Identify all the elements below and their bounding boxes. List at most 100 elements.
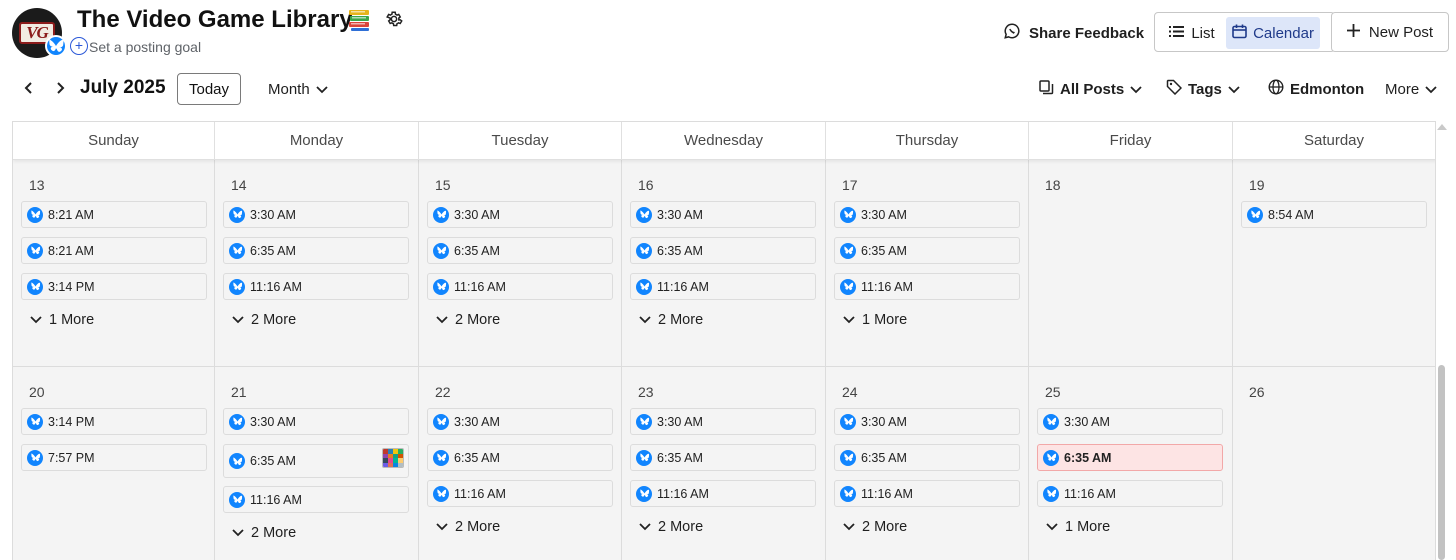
scheduled-post[interactable]: 3:30 AM [427, 201, 613, 228]
calendar-day-cell[interactable]: 18 [1029, 160, 1233, 366]
scheduled-post[interactable]: 3:30 AM [834, 408, 1020, 435]
scheduled-post[interactable]: 11:16 AM [834, 273, 1020, 300]
show-more-link[interactable]: 1 More [843, 310, 907, 330]
show-more-link[interactable]: 1 More [1046, 517, 1110, 537]
new-post-button[interactable]: New Post [1331, 12, 1449, 52]
scheduled-post[interactable]: 11:16 AM [630, 273, 816, 300]
show-more-link[interactable]: 1 More [30, 310, 94, 330]
bluesky-icon [636, 278, 652, 295]
posting-goal-link[interactable]: Set a posting goal [89, 39, 201, 55]
post-time: 3:30 AM [861, 414, 907, 429]
chevron-right-icon[interactable] [50, 78, 70, 98]
scheduled-post[interactable]: 3:30 AM [1037, 408, 1223, 435]
scheduled-post[interactable]: 6:35 AM [223, 237, 409, 264]
scheduled-post[interactable]: 8:21 AM [21, 201, 207, 228]
scheduled-post[interactable]: 6:35 AM [834, 444, 1020, 471]
view-mode-dropdown[interactable]: Month [268, 78, 328, 100]
list-view-button[interactable]: List [1159, 17, 1225, 49]
scheduled-post[interactable]: 11:16 AM [1037, 480, 1223, 507]
post-time: 11:16 AM [861, 486, 913, 501]
calendar-day-cell[interactable]: 24 3:30 AM 6:35 AM 11:16 AM 2 More [826, 367, 1029, 560]
post-time: 11:16 AM [250, 279, 302, 294]
tag-icon [1166, 79, 1183, 99]
post-time: 6:35 AM [454, 243, 500, 258]
scheduled-post[interactable]: 6:35 AM [223, 444, 409, 478]
calendar-scrollbar[interactable] [1438, 365, 1445, 560]
scheduled-post[interactable]: 3:14 PM [21, 273, 207, 300]
more-dropdown[interactable]: More [1385, 78, 1437, 100]
timezone-selector[interactable]: Edmonton [1268, 78, 1364, 100]
calendar-day-cell[interactable]: 23 3:30 AM 6:35 AM 11:16 AM 2 More [622, 367, 826, 560]
scheduled-post[interactable]: 3:14 PM [21, 408, 207, 435]
chevron-down-icon [436, 519, 448, 535]
scheduled-post[interactable]: 6:35 AM [1037, 444, 1223, 471]
bluesky-badge-icon [45, 35, 67, 57]
scheduled-post[interactable]: 8:21 AM [21, 237, 207, 264]
calendar-day-cell[interactable]: 15 3:30 AM 6:35 AM 11:16 AM 2 More [419, 160, 622, 366]
calendar-day-cell[interactable]: 21 3:30 AM 6:35 AM 11:16 AM 2 More [215, 367, 419, 560]
calendar-day-cell[interactable]: 16 3:30 AM 6:35 AM 11:16 AM 2 More [622, 160, 826, 366]
scheduled-post[interactable]: 8:54 AM [1241, 201, 1427, 228]
scheduled-post[interactable]: 3:30 AM [427, 408, 613, 435]
current-month-label: July 2025 [80, 77, 166, 98]
show-more-link[interactable]: 2 More [436, 517, 500, 537]
scheduled-post[interactable]: 6:35 AM [630, 444, 816, 471]
day-number: 16 [638, 177, 654, 193]
scheduled-post[interactable]: 6:35 AM [427, 237, 613, 264]
weekday-label: Thursday [826, 122, 1029, 160]
scheduled-post[interactable]: 7:57 PM [21, 444, 207, 471]
calendar-day-cell[interactable]: 17 3:30 AM 6:35 AM 11:16 AM 1 More [826, 160, 1029, 366]
calendar-day-cell[interactable]: 25 3:30 AM 6:35 AM 11:16 AM 1 More [1029, 367, 1233, 560]
scheduled-post[interactable]: 3:30 AM [630, 201, 816, 228]
show-more-link[interactable]: 2 More [232, 310, 296, 330]
scheduled-post[interactable]: 6:35 AM [427, 444, 613, 471]
gear-icon[interactable] [385, 10, 403, 28]
today-button[interactable]: Today [177, 73, 241, 105]
bluesky-icon [840, 206, 856, 223]
chevron-left-icon[interactable] [19, 78, 39, 98]
scheduled-post[interactable]: 6:35 AM [834, 237, 1020, 264]
scheduled-post[interactable]: 11:16 AM [834, 480, 1020, 507]
bluesky-icon [229, 413, 245, 430]
scheduled-post[interactable]: 11:16 AM [630, 480, 816, 507]
show-more-link[interactable]: 2 More [232, 523, 296, 543]
bluesky-icon [1043, 449, 1059, 466]
calendar-view-button[interactable]: Calendar [1226, 17, 1320, 49]
post-time: 3:30 AM [657, 414, 703, 429]
calendar-day-cell[interactable]: 20 3:14 PM 7:57 PM [13, 367, 215, 560]
share-feedback-button[interactable]: Share Feedback [1003, 22, 1144, 44]
weekday-label: Saturday [1233, 122, 1435, 160]
scheduled-post[interactable]: 11:16 AM [223, 273, 409, 300]
add-goal-icon[interactable]: + [70, 37, 88, 55]
calendar-day-cell[interactable]: 13 8:21 AM 8:21 AM 3:14 PM 1 More [13, 160, 215, 366]
scroll-up-arrow[interactable] [1437, 124, 1447, 130]
show-more-link[interactable]: 2 More [843, 517, 907, 537]
all-posts-dropdown[interactable]: All Posts [1039, 78, 1142, 100]
tags-dropdown[interactable]: Tags [1166, 78, 1240, 100]
scheduled-post[interactable]: 3:30 AM [223, 201, 409, 228]
calendar-day-cell[interactable]: 14 3:30 AM 6:35 AM 11:16 AM 2 More [215, 160, 419, 366]
calendar-day-cell[interactable]: 22 3:30 AM 6:35 AM 11:16 AM 2 More [419, 367, 622, 560]
post-image-thumbnail [382, 448, 404, 468]
bluesky-icon [229, 453, 245, 469]
calendar-week-row: 20 3:14 PM 7:57 PM 21 3:30 AM 6:35 AM 11:16 AM… [13, 367, 1435, 560]
bluesky-icon [27, 206, 43, 223]
scheduled-post[interactable]: 3:30 AM [834, 201, 1020, 228]
scheduled-post[interactable]: 11:16 AM [427, 273, 613, 300]
show-more-link[interactable]: 2 More [639, 310, 703, 330]
post-time: 3:30 AM [1064, 414, 1110, 429]
show-more-link[interactable]: 2 More [639, 517, 703, 537]
list-view-label: List [1191, 24, 1215, 42]
scheduled-post[interactable]: 11:16 AM [427, 480, 613, 507]
show-more-label: 2 More [862, 519, 908, 535]
post-time: 6:35 AM [657, 243, 703, 258]
scheduled-post[interactable]: 11:16 AM [223, 486, 409, 513]
show-more-link[interactable]: 2 More [436, 310, 500, 330]
tags-label: Tags [1188, 80, 1222, 98]
scheduled-post[interactable]: 3:30 AM [223, 408, 409, 435]
calendar-day-cell[interactable]: 26 [1233, 367, 1435, 560]
scheduled-post[interactable]: 6:35 AM [630, 237, 816, 264]
calendar-day-cell[interactable]: 19 8:54 AM [1233, 160, 1435, 366]
day-number: 13 [29, 177, 45, 193]
scheduled-post[interactable]: 3:30 AM [630, 408, 816, 435]
